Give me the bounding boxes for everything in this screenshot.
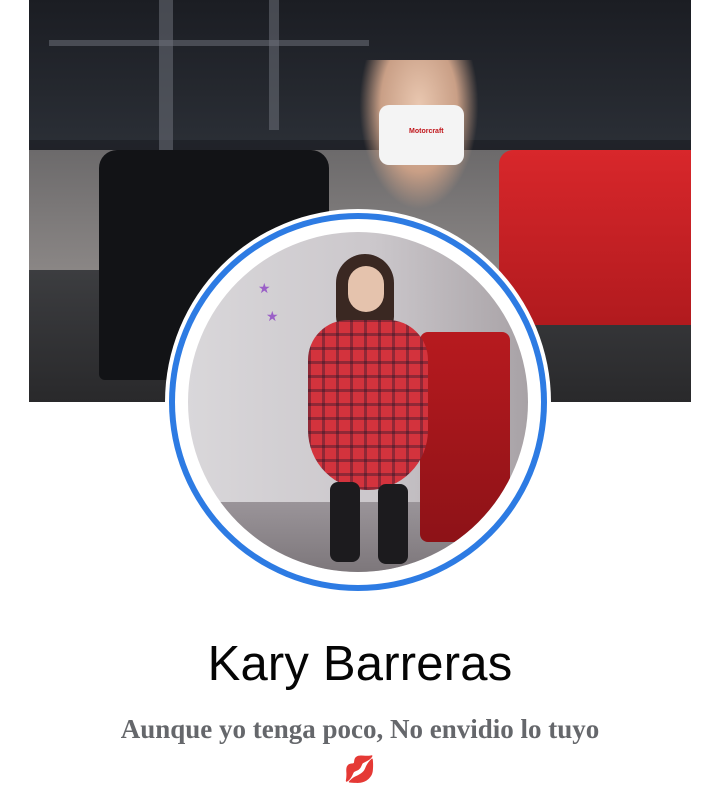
cover-beam xyxy=(269,0,279,130)
cover-beam xyxy=(49,40,369,46)
kiss-mark-icon: 💋 xyxy=(343,754,377,784)
avatar-boot-right xyxy=(378,484,408,564)
cover-shirt-text: Motorcraft xyxy=(409,128,444,135)
avatar-boot-left xyxy=(330,482,360,562)
profile-bio: Aunque yo tenga poco, No envidio lo tuyo xyxy=(120,714,600,744)
avatar-photo: ★ ★ xyxy=(188,232,528,572)
cover-person-shirt xyxy=(379,105,464,165)
profile-avatar[interactable]: ★ ★ xyxy=(165,209,551,595)
avatar-red-door xyxy=(420,332,510,542)
cover-red-truck xyxy=(499,150,691,325)
profile-name: Kary Barreras xyxy=(207,637,513,691)
avatar-plaid-dress xyxy=(308,320,428,490)
avatar-inner-border: ★ ★ xyxy=(175,219,541,585)
cover-beam xyxy=(159,0,173,150)
avatar-face xyxy=(348,266,384,312)
star-icon: ★ xyxy=(258,280,271,296)
avatar-story-ring: ★ ★ xyxy=(169,213,547,591)
star-icon: ★ xyxy=(266,308,279,324)
